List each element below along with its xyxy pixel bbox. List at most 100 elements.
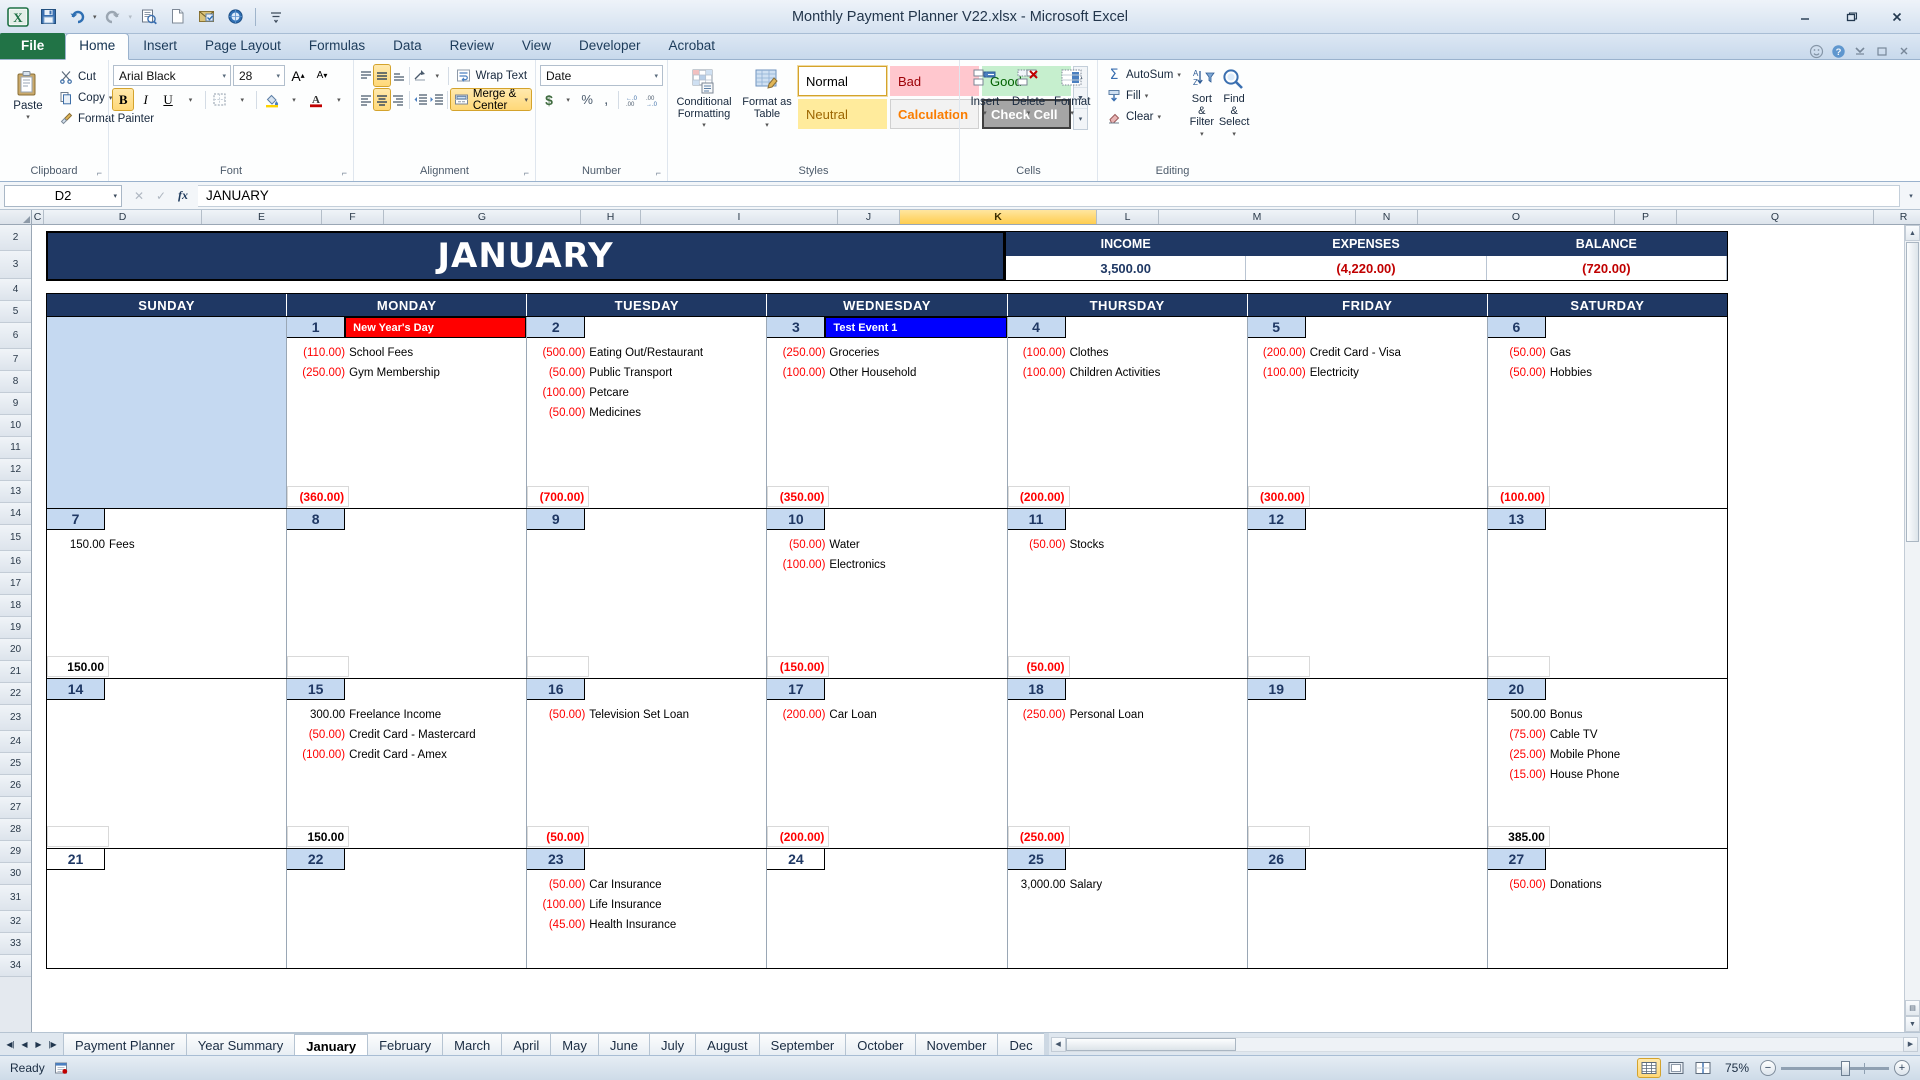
day-event-empty[interactable] [825,679,1006,700]
autosum-button[interactable]: Σ AutoSum ▾ [1102,65,1185,85]
sort-and-filter-button[interactable]: AZ Sort & Filter ▾ [1188,65,1216,140]
row-header-10[interactable]: 10 [0,415,31,437]
day-total[interactable]: 150.00 [47,656,109,677]
day-event-empty[interactable] [105,849,286,870]
day-cell[interactable]: 1 New Year's Day (110.00) School Fees (250.0… [287,317,528,508]
restore-button[interactable] [1828,0,1874,33]
redo-dropdown-icon[interactable]: ▾ [129,13,133,21]
horizontal-scroll-thumb[interactable] [1065,1037,1236,1051]
day-number[interactable]: 18 [1007,679,1066,700]
bold-button[interactable]: B [111,88,135,111]
day-number[interactable]: 22 [287,849,346,870]
day-event-empty[interactable] [345,679,526,700]
row-header-33[interactable]: 33 [0,933,31,955]
fill-button[interactable]: Fill ▾ [1102,86,1185,106]
day-entry[interactable]: (50.00) Donations [1488,875,1727,895]
day-number[interactable]: 24 [767,849,826,870]
day-number[interactable]: 4 [1007,317,1066,338]
day-event-empty[interactable] [1066,509,1247,530]
row-header-9[interactable]: 9 [0,393,31,415]
column-header-i[interactable]: I [641,210,838,224]
clipboard-dialog-launcher[interactable]: ⌐ [97,165,102,181]
day-entry[interactable]: (200.00) Car Loan [767,705,1006,725]
day-event-empty[interactable] [825,849,1006,870]
conditional-formatting-dropdown-icon[interactable]: ▾ [702,121,706,129]
sort-filter-dropdown-icon[interactable]: ▾ [1200,130,1204,138]
last-sheet-icon[interactable]: |▶ [46,1036,59,1052]
orientation-button[interactable] [413,65,428,86]
day-number[interactable]: 2 [527,317,586,338]
day-cell[interactable]: 24 [767,849,1008,968]
minimize-button[interactable] [1782,0,1828,33]
day-cell[interactable]: 17 (200.00) Car Loan (200.00) [767,679,1008,848]
row-header-6[interactable]: 6 [0,323,31,349]
day-event-empty[interactable] [585,849,766,870]
currency-dropdown-icon[interactable]: ▾ [559,89,577,110]
wrap-text-button[interactable]: Wrap Text [452,66,531,86]
ribbon-tab-view[interactable]: View [508,33,565,59]
sheet-tab-july[interactable]: July [649,1033,697,1055]
day-event-empty[interactable] [585,679,766,700]
sheet-tab-august[interactable]: August [695,1033,760,1055]
day-event-empty[interactable] [1306,509,1487,530]
day-cell[interactable]: 21 [47,849,288,968]
day-total[interactable] [527,656,590,677]
delete-cells-dropdown-icon[interactable]: ▾ [1027,109,1031,117]
day-number[interactable]: 14 [47,679,105,700]
row-header-13[interactable]: 13 [0,481,31,503]
day-entry[interactable]: (100.00) Credit Card - Amex [287,745,526,765]
day-total[interactable]: 150.00 [287,826,350,847]
day-entry[interactable]: (100.00) Life Insurance [527,895,766,915]
day-number[interactable]: 8 [287,509,346,530]
day-event-empty[interactable] [1306,317,1487,338]
conditional-formatting-button[interactable]: Conditional Formatting ▾ [672,66,736,131]
column-header-o[interactable]: O [1418,210,1615,224]
customize-qat-icon[interactable] [263,4,289,30]
day-event-empty[interactable] [105,679,286,700]
restore-window-small-icon[interactable] [1874,43,1890,59]
merge-and-center-button[interactable]: Merge & Center ▾ [449,88,533,112]
day-number[interactable]: 19 [1247,679,1306,700]
clear-button[interactable]: Clear ▾ [1102,107,1185,127]
day-entry[interactable]: (50.00) Gas [1488,343,1727,363]
font-size-dropdown-icon[interactable]: ▾ [274,72,282,80]
currency-button[interactable]: $ [540,89,558,110]
row-header-12[interactable]: 12 [0,459,31,481]
day-cell[interactable]: 19 [1247,679,1488,848]
ribbon-tab-data[interactable]: Data [379,33,436,59]
day-cell[interactable]: 2 (500.00) Eating Out/Restaurant (50.00) Pub… [527,317,768,508]
row-header-8[interactable]: 8 [0,371,31,393]
number-format-dropdown-icon[interactable]: ▾ [652,72,660,80]
underline-dropdown-icon[interactable]: ▾ [180,89,200,110]
redo-icon[interactable] [100,4,126,30]
insert-function-icon[interactable]: fx [173,186,193,206]
day-event-label[interactable]: New Year's Day [345,317,527,338]
day-cell[interactable]: 14 [47,679,288,848]
orientation-dropdown-icon[interactable]: ▾ [430,65,445,86]
zoom-thumb[interactable] [1841,1060,1850,1076]
column-header-r[interactable]: R [1874,210,1920,224]
zoom-out-button[interactable]: − [1760,1060,1776,1076]
undo-dropdown-icon[interactable]: ▾ [93,13,97,21]
day-entry[interactable]: (250.00) Gym Membership [287,363,526,383]
sheet-tab-january[interactable]: January [294,1033,369,1055]
day-number[interactable]: 21 [47,849,105,870]
day-cell[interactable]: 23 (50.00) Car Insurance (100.00) Life Insur… [527,849,768,968]
row-header-14[interactable]: 14 [0,503,31,525]
day-event-empty[interactable] [1306,679,1487,700]
day-cell[interactable]: 9 [527,509,768,678]
day-number[interactable]: 11 [1007,509,1066,530]
sheet-tab-october[interactable]: October [845,1033,916,1055]
find-select-dropdown-icon[interactable]: ▾ [1232,130,1236,138]
day-entry[interactable]: (100.00) Other Household [767,363,1006,383]
name-box-dropdown-icon[interactable]: ▾ [113,192,117,200]
row-header-20[interactable]: 20 [0,639,31,661]
ribbon-tab-home[interactable]: Home [65,33,130,60]
day-cell[interactable]: 3 Test Event 1 (250.00) Groceries (100.00) Ot… [767,317,1008,508]
font-name-dropdown-icon[interactable]: ▾ [220,72,228,80]
day-event-empty[interactable] [1546,509,1727,530]
day-event-empty[interactable] [1066,849,1247,870]
day-number[interactable]: 12 [1247,509,1306,530]
normal-view-button[interactable] [1636,1058,1661,1078]
print-preview-icon[interactable] [135,4,161,30]
